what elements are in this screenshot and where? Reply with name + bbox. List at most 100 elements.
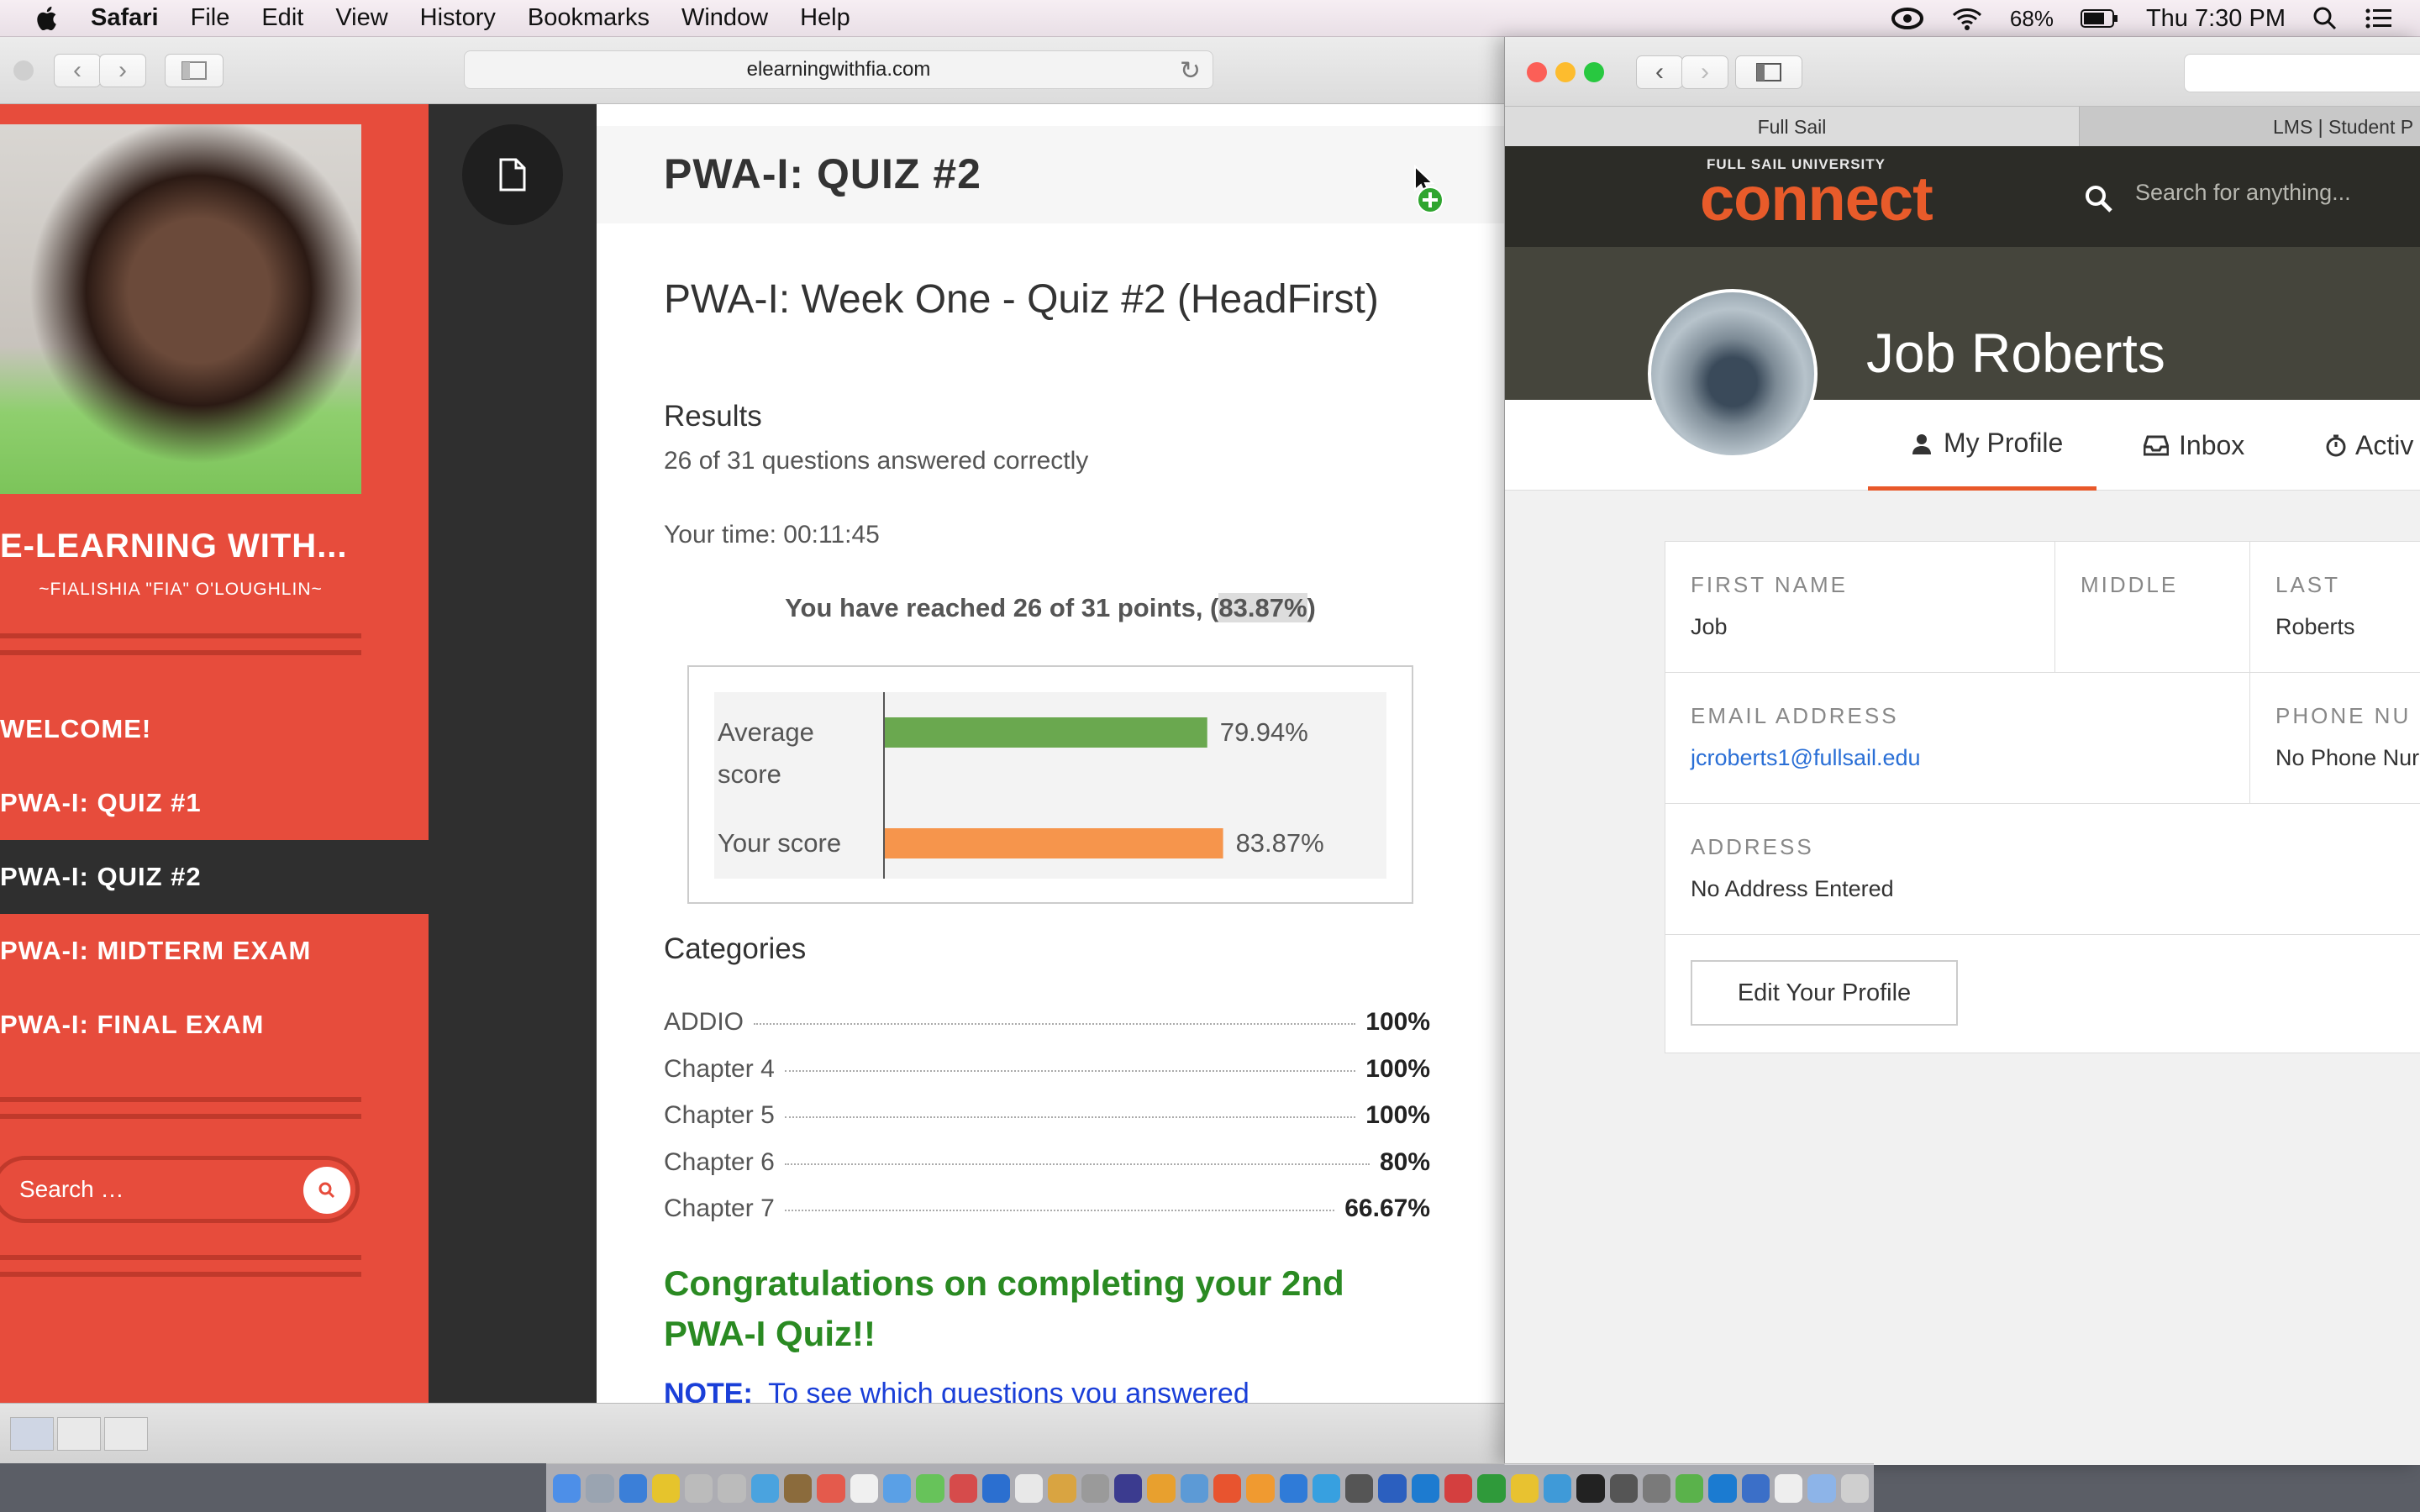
logo-connect[interactable]: connect [1700, 163, 1933, 234]
menu-bookmarks[interactable]: Bookmarks [528, 4, 650, 32]
dock-app-icon[interactable] [1015, 1473, 1044, 1503]
tab-my-profile[interactable]: My Profile [1868, 400, 2097, 491]
note-link[interactable]: NOTE: To see which questions you answere… [664, 1378, 1437, 1403]
dock-app-icon[interactable] [882, 1473, 912, 1503]
dock-app-icon[interactable] [1840, 1473, 1869, 1503]
dock-app-icon[interactable] [1345, 1473, 1374, 1503]
clock[interactable]: Thu 7:30 PM [2146, 5, 2286, 33]
dock-app-icon[interactable] [1114, 1473, 1143, 1503]
nav-quiz-2[interactable]: PWA-I: QUIZ #2 [0, 840, 429, 914]
dock-app-icon[interactable] [1676, 1473, 1704, 1503]
fs-forward-button[interactable]: › [1681, 55, 1728, 89]
category-name: Chapter 7 [664, 1194, 775, 1222]
fs-back-button[interactable]: ‹ [1636, 55, 1683, 89]
tab-inbox[interactable]: Inbox [2144, 400, 2244, 491]
view-list-button[interactable] [10, 1417, 54, 1451]
dock-app-icon[interactable] [1081, 1473, 1110, 1503]
inbox-icon [2144, 435, 2169, 456]
email-link[interactable]: jcroberts1@fullsail.edu [1691, 745, 1921, 771]
menu-app-name[interactable]: Safari [91, 4, 159, 32]
address-label: ADDRESS [1691, 834, 1814, 859]
dock-app-icon[interactable] [1807, 1473, 1836, 1503]
site-search-input[interactable]: Search … [0, 1156, 360, 1223]
dock-app-icon[interactable] [1609, 1473, 1638, 1503]
zoom-button[interactable] [1584, 62, 1604, 82]
nav-welcome[interactable]: WELCOME! [0, 692, 429, 766]
fs-sidebar-toggle-button[interactable] [1735, 55, 1802, 89]
dock-app-icon[interactable] [1576, 1473, 1605, 1503]
category-value: 100% [1365, 1055, 1430, 1083]
view-slides-button[interactable] [104, 1417, 148, 1451]
menu-edit[interactable]: Edit [261, 4, 303, 32]
dock-app-icon[interactable] [1246, 1473, 1275, 1503]
site-title[interactable]: E-LEARNING WITH... [0, 528, 361, 565]
forward-button[interactable]: › [99, 54, 146, 87]
dock-app-icon[interactable] [1279, 1473, 1307, 1503]
view-grid-button[interactable] [57, 1417, 101, 1451]
nav-final-exam[interactable]: PWA-I: FINAL EXAM [0, 988, 429, 1062]
nav-quiz-1[interactable]: PWA-I: QUIZ #1 [0, 766, 429, 840]
profile-avatar[interactable] [1648, 289, 1818, 459]
dock-app-icon[interactable] [1312, 1473, 1341, 1503]
sidebar-toggle-button[interactable] [165, 54, 224, 87]
spotlight-search-icon[interactable] [2312, 6, 2338, 31]
tab-lms-student[interactable]: LMS | Student P [2080, 107, 2420, 147]
back-button[interactable]: ‹ [54, 54, 101, 87]
dock-app-icon[interactable] [1477, 1473, 1506, 1503]
search-icon[interactable] [2083, 183, 2115, 215]
dock-app-icon[interactable] [1708, 1473, 1737, 1503]
tab-full-sail[interactable]: Full Sail [1505, 107, 2080, 147]
dock-app-icon[interactable] [916, 1473, 944, 1503]
close-button[interactable] [1527, 62, 1547, 82]
nav-midterm-exam[interactable]: PWA-I: MIDTERM EXAM [0, 914, 429, 988]
menu-file[interactable]: File [191, 4, 230, 32]
dock-app-icon[interactable] [586, 1473, 614, 1503]
apple-menu-icon[interactable] [34, 4, 62, 33]
wifi-icon[interactable] [1951, 6, 1983, 31]
creative-cloud-icon[interactable] [1891, 6, 1924, 31]
dock-app-icon[interactable] [1444, 1473, 1473, 1503]
minimize-button[interactable] [1555, 62, 1576, 82]
phone-label: PHONE NU [2275, 703, 2412, 728]
first-name-field: FIRST NAME Job [1665, 542, 2055, 673]
fs-address-bar[interactable] [2184, 54, 2420, 92]
dock-app-icon[interactable] [1741, 1473, 1770, 1503]
menu-view[interactable]: View [335, 4, 387, 32]
dock-app-icon[interactable] [618, 1473, 647, 1503]
global-search-input[interactable]: Search for anything... [2135, 180, 2351, 206]
dock-app-icon[interactable] [981, 1473, 1011, 1503]
reload-icon[interactable]: ↻ [1180, 56, 1201, 86]
dock-app-icon[interactable] [651, 1473, 681, 1503]
dock-app-icon[interactable] [685, 1473, 713, 1503]
dock-app-icon[interactable] [1048, 1473, 1076, 1503]
dock-app-icon[interactable] [718, 1473, 746, 1503]
dock-app-icon[interactable] [1378, 1473, 1407, 1503]
dock-app-icon[interactable] [1411, 1473, 1440, 1503]
site-search-button[interactable] [303, 1167, 350, 1214]
dock-app-icon[interactable] [1642, 1473, 1671, 1503]
tab-activity[interactable]: Activ [2325, 400, 2413, 491]
dock-app-icon[interactable] [1510, 1473, 1539, 1503]
notification-center-icon[interactable] [2365, 6, 2393, 31]
category-value: 100% [1365, 1008, 1430, 1036]
dock-app-icon[interactable] [1213, 1473, 1242, 1503]
address-bar[interactable]: elearningwithfia.com ↻ [464, 50, 1213, 89]
window-close-button-inactive[interactable] [13, 60, 34, 81]
menu-window[interactable]: Window [681, 4, 768, 32]
dock-app-icon[interactable] [850, 1473, 878, 1503]
menu-help[interactable]: Help [800, 4, 850, 32]
quiz-time: Your time: 00:11:45 [664, 521, 880, 549]
dock-app-icon[interactable] [949, 1473, 977, 1503]
dock-app-icon[interactable] [1774, 1473, 1803, 1503]
battery-icon[interactable] [2080, 8, 2119, 29]
dock-app-icon[interactable] [1180, 1473, 1208, 1503]
dock-app-icon[interactable] [553, 1473, 581, 1503]
dock-app-icon[interactable] [1147, 1473, 1176, 1503]
dock-app-icon[interactable] [1543, 1473, 1572, 1503]
edit-profile-button[interactable]: Edit Your Profile [1691, 960, 1958, 1026]
dock-app-icon[interactable] [784, 1473, 813, 1503]
dock-app-icon[interactable] [750, 1473, 780, 1503]
category-name: ADDIO [664, 1008, 744, 1036]
dock-app-icon[interactable] [817, 1473, 845, 1503]
menu-history[interactable]: History [420, 4, 496, 32]
